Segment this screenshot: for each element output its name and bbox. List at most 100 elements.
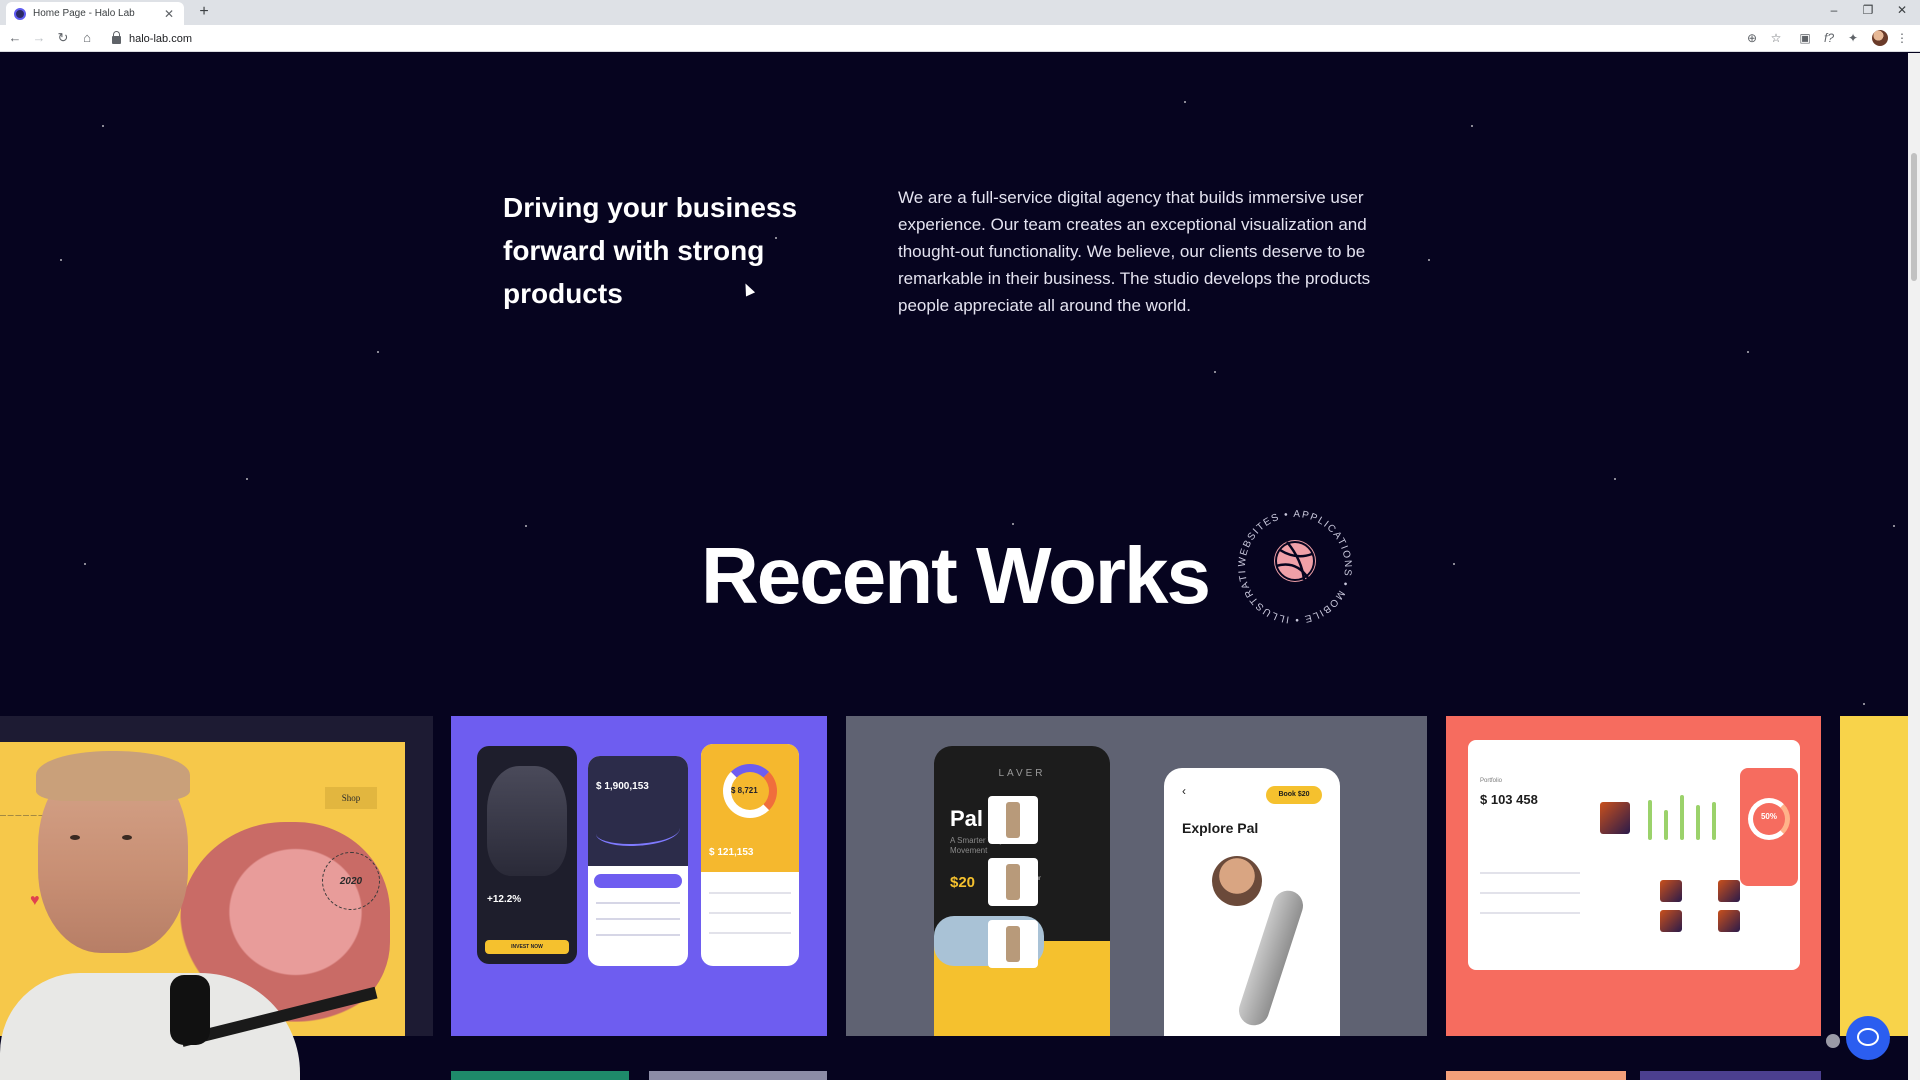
book-button: Book $20 xyxy=(1266,786,1322,804)
restore-button[interactable]: ❐ xyxy=(1856,3,1880,17)
star-dot xyxy=(1214,371,1216,373)
person-eye xyxy=(122,835,132,840)
portrait-image xyxy=(487,766,567,876)
bar-mark xyxy=(1712,802,1716,840)
star-dot xyxy=(1747,351,1749,353)
work-card-next-row xyxy=(1446,1071,1626,1080)
product-name: Pal xyxy=(950,806,984,831)
home-icon[interactable]: ⌂ xyxy=(78,29,96,47)
chat-widget-button[interactable] xyxy=(1846,1016,1890,1060)
work-card-next-row xyxy=(451,1071,629,1080)
explore-title: Explore Pal xyxy=(1182,820,1259,836)
star-dot xyxy=(1893,525,1895,527)
star-dot xyxy=(102,125,104,127)
tab-title: Home Page - Halo Lab xyxy=(33,8,135,19)
dashboard-mockup: Portfolio $ 103 458 50% xyxy=(1468,740,1800,970)
performance-card: 50% xyxy=(1740,768,1798,886)
product-price: $20 xyxy=(950,874,976,891)
product-thumbnail xyxy=(988,858,1038,906)
artwork-thumbnail xyxy=(1600,802,1630,834)
star-dot xyxy=(525,525,527,527)
phone-mockup: $ 1,900,153 xyxy=(588,756,688,966)
artwork-thumbnail xyxy=(1660,910,1682,932)
about-text: We are a full-service digital agency tha… xyxy=(898,188,1371,315)
list-row xyxy=(709,932,791,934)
close-tab-icon[interactable]: ✕ xyxy=(162,7,176,21)
extensions-puzzle-icon[interactable]: ✦ xyxy=(1845,30,1861,46)
browser-menu-icon[interactable]: ⋮ xyxy=(1894,30,1910,46)
list-row xyxy=(596,902,680,904)
portfolio-panel: $ 8,721 $ 121,153 xyxy=(701,744,799,872)
browser-tab[interactable]: Home Page - Halo Lab ✕ xyxy=(6,2,184,25)
line-chart-icon xyxy=(596,816,680,846)
page-scrollbar[interactable] xyxy=(1908,53,1920,1080)
star-dot xyxy=(1428,259,1430,261)
webcam-overlay xyxy=(0,735,410,1080)
product-thumbnail xyxy=(988,796,1038,844)
forward-icon[interactable]: → xyxy=(30,29,48,47)
bar-mark xyxy=(1664,810,1668,840)
minimize-button[interactable]: – xyxy=(1822,3,1846,17)
star-dot xyxy=(1614,478,1616,480)
lock-icon xyxy=(112,31,121,44)
person-eye xyxy=(70,835,80,840)
work-card[interactable]: +12.2% INVEST NOW $ 1,900,153 $ 8,721 $ … xyxy=(451,716,827,1036)
new-tab-button[interactable]: + xyxy=(194,2,214,22)
phone-mockup: $ 8,721 $ 121,153 xyxy=(701,744,799,966)
extension-font-icon[interactable]: f? xyxy=(1821,30,1837,46)
url-text: halo-lab.com xyxy=(129,32,192,45)
address-bar[interactable]: halo-lab.com xyxy=(104,28,1744,49)
bar-mark xyxy=(1680,795,1684,840)
star-dot xyxy=(1453,563,1455,565)
work-card[interactable]: Portfolio $ 103 458 50% xyxy=(1446,716,1821,1036)
work-card-next-row xyxy=(1640,1071,1821,1080)
invest-button: INVEST NOW xyxy=(485,940,569,954)
browser-toolbar: ← → ↻ ⌂ halo-lab.com ⊕ ☆ ▣ f? ✦ ⋮ xyxy=(0,25,1920,52)
work-card-next-row xyxy=(649,1071,827,1080)
dribbble-icon xyxy=(1274,540,1316,582)
star-dot xyxy=(377,351,379,353)
chat-indicator xyxy=(1826,1034,1840,1048)
star-dot xyxy=(84,563,86,565)
list-row xyxy=(1480,872,1580,874)
bar-mark xyxy=(1696,805,1700,840)
reload-icon[interactable]: ↻ xyxy=(54,29,72,47)
list-row xyxy=(1480,912,1580,914)
list-row xyxy=(709,892,791,894)
services-badge[interactable]: WEBSITES • APPLICATIONS • MOBILE • ILLUS… xyxy=(1230,502,1360,632)
list-row xyxy=(1480,892,1580,894)
back-arrow-icon: ‹ xyxy=(1182,784,1186,798)
bar-mark xyxy=(1648,800,1652,840)
extension-screen-icon[interactable]: ▣ xyxy=(1797,30,1813,46)
star-dot xyxy=(1184,101,1186,103)
stand-image xyxy=(1235,886,1307,1030)
portfolio-label: Portfolio xyxy=(1480,778,1503,784)
brand-name: LAVER xyxy=(998,768,1046,779)
star-dot xyxy=(1012,523,1014,525)
profile-avatar[interactable] xyxy=(1872,30,1888,46)
phone-mockup: ‹ Book $20 Explore Pal xyxy=(1164,768,1340,1036)
product-thumbnail xyxy=(988,920,1038,968)
list-row xyxy=(596,918,680,920)
list-row xyxy=(596,934,680,936)
star-dot xyxy=(1471,125,1473,127)
chart-panel: $ 1,900,153 xyxy=(588,756,688,866)
list-row xyxy=(709,912,791,914)
artwork-thumbnail xyxy=(1718,880,1740,902)
person-hair xyxy=(36,751,190,801)
browser-tab-bar: Home Page - Halo Lab ✕ + – ❐ ✕ xyxy=(0,0,1920,25)
total-value: $ 121,153 xyxy=(709,847,754,858)
artwork-thumbnail xyxy=(1660,880,1682,902)
back-icon[interactable]: ← xyxy=(6,29,24,47)
bookmark-star-icon[interactable]: ☆ xyxy=(1768,30,1784,46)
balance-value: $ 1,900,153 xyxy=(596,781,649,792)
window-close-button[interactable]: ✕ xyxy=(1890,3,1914,17)
install-app-icon[interactable]: ⊕ xyxy=(1744,30,1760,46)
halo-lab-favicon-icon xyxy=(14,7,26,20)
about-heading: Driving your business forward with stron… xyxy=(503,192,798,309)
work-card[interactable] xyxy=(1840,716,1908,1036)
work-card[interactable]: LAVER Pal A Smarter Way for Movement $20… xyxy=(846,716,1427,1036)
artwork-thumbnail xyxy=(1718,910,1740,932)
scrollbar-thumb[interactable] xyxy=(1911,153,1917,281)
growth-value: +12.2% xyxy=(487,894,522,905)
